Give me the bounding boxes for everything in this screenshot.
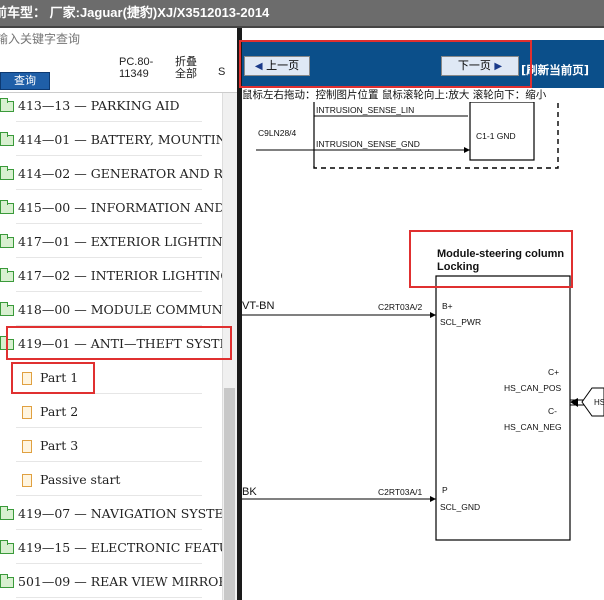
tree-item-label: 419—07 — NAVIGATION SYSTEM [18,506,237,521]
tree-separator [16,155,202,156]
folder-icon [0,505,14,520]
highlight-module-title [409,230,573,288]
tree-item-label: 417—01 — EXTERIOR LIGHTING [18,234,233,249]
folder-icon [0,573,14,588]
tree-folder-item[interactable]: 417—02 — INTERIOR LIGHTING [0,266,230,286]
wire-arrow [430,496,436,502]
window-title-bar: 前车型： 厂家:Jaguar(捷豹)XJ/X3512013-2014 [0,0,604,28]
highlight-anti-theft [6,326,232,360]
wire-arrow [570,398,578,407]
folder-icon [0,165,14,180]
document-icon [22,473,32,487]
tree-separator [16,121,202,122]
pin-cminus: C- [548,406,557,416]
scl-pwr-label: SCL_PWR [440,317,481,327]
intrusion-lin-label: INTRUSION_SENSE_LIN [316,105,414,115]
tree-folder-item[interactable]: 419—07 — NAVIGATION SYSTEM [0,504,236,524]
highlight-nav-buttons [239,40,532,88]
tree-folder-item[interactable]: 417—01 — EXTERIOR LIGHTING [0,232,233,252]
tree-item-label: Passive start [40,472,121,487]
tree-leaf-item[interactable]: Passive start [22,470,120,490]
tree-leaf-item[interactable]: Part 3 [22,436,78,456]
collapse-all-button[interactable]: 折叠全部 [175,56,205,80]
divider [0,92,237,93]
pin-bplus: B+ [442,301,453,311]
tree-leaf-item[interactable]: Part 2 [22,402,78,422]
pc-number: PC.80-11349 [119,56,154,80]
folder-icon [0,539,14,554]
folder-icon [0,301,14,316]
tree-item-label: Part 2 [40,404,79,419]
tree-separator [16,563,202,564]
search-button[interactable]: 查询 [0,72,50,90]
tree-item-label: 501—09 — REAR VIEW MIRRORS [18,574,237,589]
tree-item-label: Part 3 [40,438,79,453]
hs-can-label: HS CAN [594,398,604,407]
wiring-diagram[interactable]: INTRUSION_SENSE_LIN INTRUSION_SENSE_GND … [242,102,604,600]
document-icon [22,405,32,419]
hs-can-neg-label: HS_CAN_NEG [504,422,562,432]
tree-item-label: 417—02 — INTERIOR LIGHTING [18,268,231,283]
pin-c2rt03a2: C2RT03A/2 [378,302,423,312]
pin-p: P [442,485,448,495]
pin-cplus: C+ [548,367,559,377]
folder-icon [0,233,14,248]
tree-separator [16,223,202,224]
pin-c2rt03a1: C2RT03A/1 [378,487,423,497]
window-title: 前车型： 厂家:Jaguar(捷豹)XJ/X3512013-2014 [0,5,270,20]
search-input[interactable] [0,30,92,48]
tree-folder-item[interactable]: 419—15 — ELECTRONIC FEATURE [0,538,248,558]
tree-separator [16,189,202,190]
tree-separator [16,427,202,428]
wire-color-vtbn: VT-BN [242,300,274,312]
folder-icon [0,267,14,282]
tree-folder-item[interactable]: 413—13 — PARKING AID [0,96,180,116]
intrusion-gnd-label: INTRUSION_SENSE_GND [316,139,420,149]
document-icon [22,439,32,453]
connector-label: C9LN28/4 [258,128,297,138]
tree-separator [16,597,202,598]
tree-separator [16,257,202,258]
wire-arrow [464,147,470,153]
folder-icon [0,131,14,146]
scrollbar-thumb[interactable] [224,388,235,600]
tree-item-label: 419—15 — ELECTRONIC FEATURE [18,540,248,555]
tree-separator [16,529,202,530]
c1-gnd-label: C1-1 GND [476,131,516,141]
folder-icon [0,199,14,214]
tree-item-label: 413—13 — PARKING AID [18,98,180,113]
folder-icon [0,97,14,112]
tree-separator [16,291,202,292]
tree-folder-item[interactable]: 501—09 — REAR VIEW MIRRORS [0,572,236,592]
tree-separator [16,461,202,462]
wire-color-bk: BK [242,486,257,498]
highlight-part1 [11,362,95,394]
tree-separator [16,495,202,496]
hs-can-pos-label: HS_CAN_POS [504,383,561,393]
s-label: S [218,66,226,78]
usage-hint: 鼠标左右拖动：控制图片位置 鼠标滚轮向上:放大 滚轮向下：缩小 [242,88,604,102]
scl-gnd-label: SCL_GND [440,502,480,512]
wire-arrow [430,312,436,318]
